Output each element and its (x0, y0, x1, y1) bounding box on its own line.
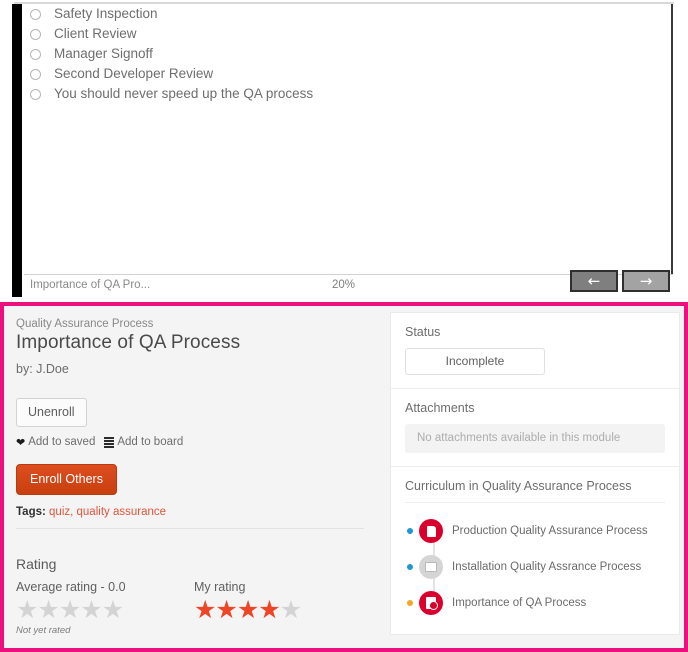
breadcrumb: Quality Assurance Process (16, 318, 154, 330)
sidebar-card: Status Incomplete Attachments No attachm… (390, 312, 680, 635)
status-dot-icon (407, 528, 413, 534)
module-info-column: Quality Assurance Process Importance of … (4, 306, 388, 648)
status-section: Status Incomplete (391, 313, 679, 389)
viewer-progress-percent: 20% (332, 279, 356, 291)
add-to-saved-button[interactable]: ❤ Add to saved (16, 436, 95, 448)
star-icon: ★ (58, 595, 81, 624)
quiz-option-label: You should never speed up the QA process (54, 86, 314, 101)
attachments-section: Attachments No attachments available in … (391, 389, 679, 467)
quiz-options-list: Safety Inspection Client Review Manager … (30, 4, 630, 104)
attachments-empty-message: No attachments available in this module (405, 424, 665, 453)
arrow-left-icon: ← (587, 271, 601, 290)
radio-button-icon[interactable] (30, 68, 41, 80)
heart-icon: ❤ (16, 435, 26, 449)
average-rating-block: Average rating - 0.0 ★ ★ ★ ★ ★ Not yet r… (16, 580, 194, 636)
curriculum-item[interactable]: Installation Quality Assrance Process (407, 549, 665, 585)
my-rating-stars[interactable]: ★ ★ ★ ★ ★ (194, 596, 354, 624)
star-icon[interactable]: ★ (280, 596, 302, 624)
radio-button-icon[interactable] (30, 48, 41, 60)
quiz-option[interactable]: Manager Signoff (30, 44, 630, 64)
quiz-viewer: Safety Inspection Client Review Manager … (0, 0, 688, 302)
quiz-icon (419, 591, 443, 615)
module-detail-panel: Quality Assurance Process Importance of … (0, 302, 688, 652)
status-dot-icon (407, 564, 413, 570)
quiz-option[interactable]: Second Developer Review (30, 64, 630, 84)
viewer-footer: Importance of QA Pro... 20% ← → (24, 270, 673, 298)
radio-button-icon[interactable] (30, 28, 41, 40)
status-dot-icon (407, 600, 413, 606)
my-rating-block: My rating ★ ★ ★ ★ ★ (194, 580, 354, 636)
rating-columns: Average rating - 0.0 ★ ★ ★ ★ ★ Not yet r… (16, 580, 366, 636)
curriculum-heading: Curriculum in Quality Assurance Process (405, 479, 665, 503)
status-heading: Status (405, 325, 441, 339)
unenroll-button[interactable]: Unenroll (16, 398, 87, 427)
quiz-option[interactable]: Safety Inspection (30, 4, 630, 24)
star-icon: ★ (80, 595, 102, 624)
curriculum-list: Production Quality Assurance Process Ins… (405, 513, 665, 621)
curriculum-item[interactable]: Production Quality Assurance Process (407, 513, 665, 549)
quiz-option-label: Client Review (54, 26, 137, 41)
attachments-heading: Attachments (405, 401, 475, 415)
curriculum-item-label: Installation Quality Assrance Process (452, 561, 642, 573)
page-title: Importance of QA Process (16, 332, 241, 353)
module-author: by: J.Doe (16, 362, 69, 376)
list-icon (104, 437, 115, 448)
rating-section: Rating Average rating - 0.0 ★ ★ ★ ★ ★ No… (16, 556, 366, 636)
quiz-option[interactable]: You should never speed up the QA process (30, 84, 630, 104)
tags-values[interactable]: quiz, quality assurance (49, 506, 166, 518)
average-rating-stars: ★ ★ ★ ★ ★ (16, 596, 194, 624)
average-rating-label: Average rating - 0.0 (16, 580, 126, 594)
rating-heading: Rating (16, 556, 57, 572)
star-icon: ★ (16, 595, 38, 624)
add-to-board-button[interactable]: Add to board (104, 436, 183, 448)
star-icon: ★ (37, 595, 59, 624)
document-icon (419, 519, 443, 543)
curriculum-item[interactable]: Importance of QA Process (407, 585, 665, 621)
module-sidebar-column: Status Incomplete Attachments No attachm… (388, 306, 684, 648)
viewer-left-edge-bar (12, 4, 22, 297)
viewer-module-name: Importance of QA Pro... (30, 279, 151, 291)
module-detail-inner: Quality Assurance Process Importance of … (4, 306, 684, 648)
quiz-option-label: Safety Inspection (54, 6, 158, 21)
curriculum-item-label: Production Quality Assurance Process (452, 525, 648, 537)
slide-icon (419, 555, 443, 579)
tags-row: Tags: quiz, quality assurance (16, 506, 374, 518)
curriculum-section: Curriculum in Quality Assurance Process … (391, 467, 679, 634)
star-icon: ★ (101, 595, 124, 624)
add-to-board-label: Add to board (117, 436, 184, 448)
radio-button-icon[interactable] (30, 8, 41, 20)
curriculum-item-label: Importance of QA Process (452, 597, 587, 609)
enroll-others-button[interactable]: Enroll Others (16, 464, 117, 495)
add-to-saved-label: Add to saved (28, 436, 96, 448)
star-icon[interactable]: ★ (215, 596, 237, 624)
quick-actions: ❤ Add to saved Add to board (16, 436, 374, 448)
tags-label: Tags: (16, 506, 46, 518)
my-rating-label: My rating (194, 580, 246, 594)
previous-button[interactable]: ← (570, 270, 618, 292)
radio-button-icon[interactable] (30, 88, 41, 100)
quiz-option-label: Second Developer Review (54, 66, 214, 81)
quiz-option-label: Manager Signoff (54, 46, 153, 61)
quiz-option[interactable]: Client Review (30, 24, 630, 44)
next-button[interactable]: → (622, 270, 670, 292)
arrow-right-icon: → (639, 271, 653, 290)
status-badge[interactable]: Incomplete (405, 348, 545, 375)
star-icon[interactable]: ★ (194, 596, 216, 624)
section-divider (16, 528, 364, 529)
star-icon[interactable]: ★ (237, 596, 259, 624)
not-yet-rated-note: Not yet rated (16, 625, 71, 636)
star-icon[interactable]: ★ (258, 596, 280, 624)
app-root: Safety Inspection Client Review Manager … (0, 0, 688, 652)
